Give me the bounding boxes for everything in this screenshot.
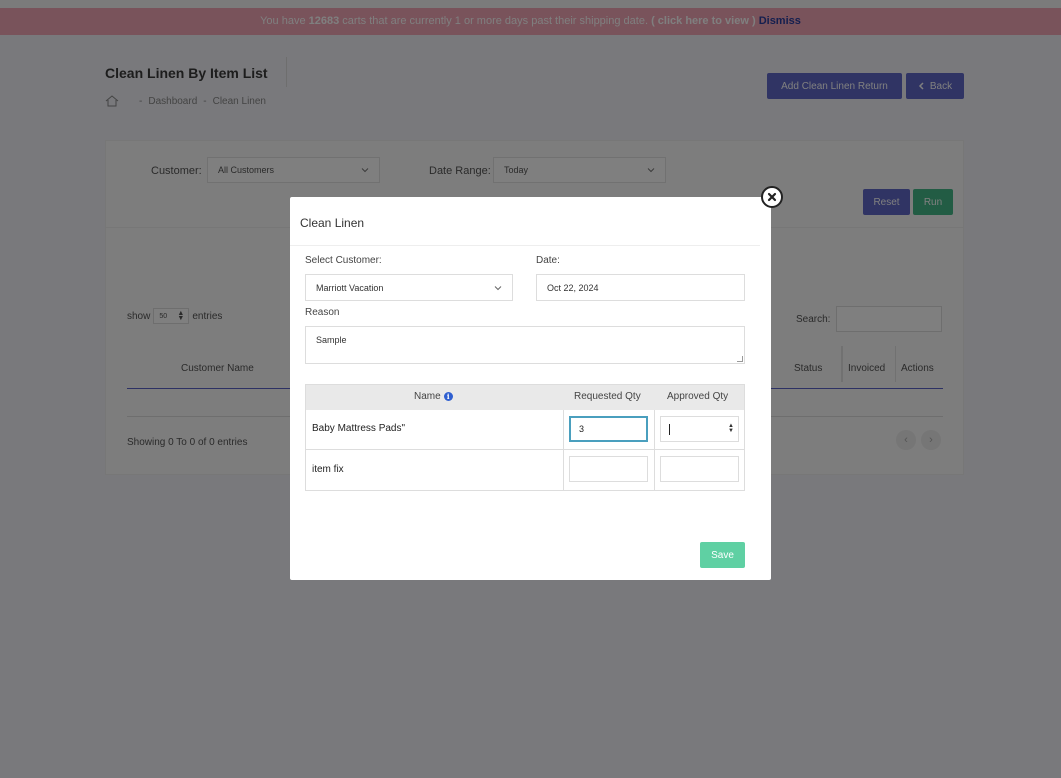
date-input[interactable]: Oct 22, 2024 [536, 274, 745, 301]
col-name-label: Name [414, 391, 441, 402]
text-caret [669, 423, 670, 435]
requested-qty-input[interactable] [569, 456, 648, 482]
item-name: item fix [312, 464, 344, 475]
row-divider [306, 449, 744, 450]
reason-textarea[interactable]: Sample [305, 326, 745, 364]
resize-handle[interactable] [737, 356, 743, 362]
modal-header-divider [290, 245, 760, 246]
reason-value: Sample [316, 335, 347, 345]
requested-qty-input[interactable]: 3 [569, 416, 648, 442]
close-icon [767, 192, 777, 202]
save-label: Save [711, 549, 734, 561]
items-table: Name i Requested Qty Approved Qty Baby M… [305, 384, 745, 491]
spinner-icon[interactable]: ▲ ▼ [728, 423, 734, 434]
info-icon[interactable]: i [443, 392, 453, 401]
item-name: Baby Mattress Pads" [312, 423, 406, 434]
approved-qty-input[interactable] [660, 456, 739, 482]
approved-qty-input[interactable]: ▲ ▼ [660, 416, 739, 442]
customer-select-value: Marriott Vacation [316, 282, 384, 293]
col-requested-qty: Requested Qty [574, 391, 641, 402]
modal-title: Clean Linen [300, 216, 365, 230]
save-button[interactable]: Save [700, 542, 745, 568]
col-name: Name i [414, 391, 453, 402]
modal-close-button[interactable] [761, 186, 783, 208]
col-approved-qty: Approved Qty [667, 391, 729, 402]
reason-label: Reason [305, 307, 340, 318]
requested-qty-value: 3 [579, 424, 585, 434]
select-customer-label: Select Customer: [305, 255, 382, 266]
date-value: Oct 22, 2024 [547, 282, 599, 293]
clean-linen-modal: Clean Linen Select Customer: Marriott Va… [290, 197, 771, 580]
col-divider [563, 410, 564, 490]
chevron-down-icon [494, 286, 502, 291]
customer-select[interactable]: Marriott Vacation [305, 274, 513, 301]
date-label: Date: [536, 255, 560, 266]
col-divider [654, 410, 655, 490]
